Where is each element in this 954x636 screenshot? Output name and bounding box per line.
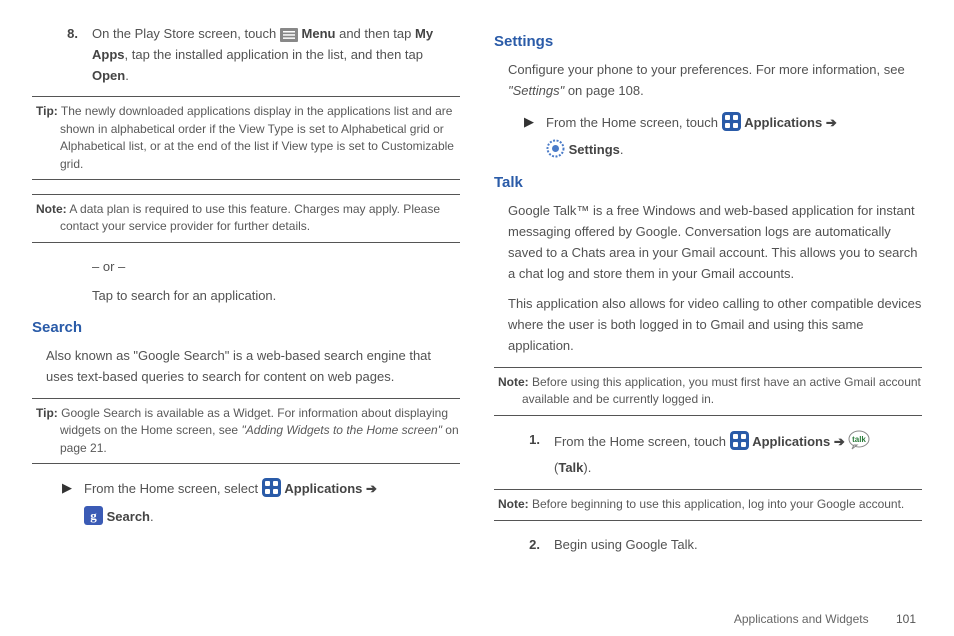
step-8-number: 8. <box>32 24 92 86</box>
text: On the Play Store screen, touch <box>92 26 280 41</box>
search-paragraph: Also known as "Google Search" is a web-b… <box>46 346 460 388</box>
footer-section-label: Applications and Widgets <box>734 612 869 626</box>
text: . <box>150 509 154 524</box>
text: . <box>620 142 624 157</box>
settings-heading: Settings <box>494 30 922 54</box>
tap-search-text: Tap to search for an application. <box>92 286 460 307</box>
text: ). <box>583 460 591 475</box>
applications-label: Applications ➔ <box>752 434 845 449</box>
text: From the Home screen, touch <box>546 115 722 130</box>
right-column: Settings Configure your phone to your pr… <box>494 24 922 628</box>
tip-box-1: Tip: The newly downloaded applications d… <box>32 96 460 180</box>
applications-icon <box>730 431 749 450</box>
text: on page 108. <box>564 83 644 98</box>
applications-label: Applications ➔ <box>284 481 377 496</box>
open-label: Open <box>92 68 125 83</box>
note-body: Before beginning to use this application… <box>529 497 905 511</box>
arrow-icon: ▶ <box>524 112 546 162</box>
step-2-body: Begin using Google Talk. <box>554 535 922 556</box>
settings-label: Settings <box>569 142 620 157</box>
text: , tap the installed application in the l… <box>125 47 423 62</box>
menu-icon <box>280 28 298 42</box>
settings-italic: "Settings" <box>508 83 564 98</box>
text: Configure your phone to your preferences… <box>508 62 905 77</box>
note-box-3: Note: Before beginning to use this appli… <box>494 489 922 520</box>
menu-label: Menu <box>302 26 336 41</box>
arrow-icon: ▶ <box>62 478 84 528</box>
page-number: 101 <box>896 612 916 626</box>
left-column: 8. On the Play Store screen, touch Menu … <box>32 24 460 628</box>
text: . <box>125 68 129 83</box>
svg-text:talk: talk <box>852 435 866 444</box>
settings-icon <box>546 139 565 158</box>
note-label: Note: <box>36 202 67 216</box>
note-body: A data plan is required to use this feat… <box>60 202 440 233</box>
arrow-body: From the Home screen, touch Applications… <box>546 112 922 162</box>
talk-paragraph-2: This application also allows for video c… <box>508 294 922 356</box>
settings-instruction: ▶ From the Home screen, touch Applicatio… <box>524 112 922 162</box>
applications-icon <box>262 478 281 497</box>
or-separator: – or – <box>92 257 460 278</box>
search-label: Search <box>107 509 150 524</box>
page-footer: Applications and Widgets 101 <box>734 612 916 626</box>
note-label: Note: <box>498 375 529 389</box>
tip-label: Tip: <box>36 406 58 420</box>
text: and then tap <box>339 26 415 41</box>
tip-italic: "Adding Widgets to the Home screen" <box>241 423 442 437</box>
tip-label: Tip: <box>36 104 58 118</box>
arrow-body: From the Home screen, select Application… <box>84 478 460 528</box>
step-2-number: 2. <box>494 535 554 556</box>
step-8: 8. On the Play Store screen, touch Menu … <box>32 24 460 86</box>
step-8-body: On the Play Store screen, touch Menu and… <box>92 24 460 86</box>
note-box-2: Note: Before using this application, you… <box>494 367 922 416</box>
search-heading: Search <box>32 316 460 340</box>
talk-icon: talk <box>848 430 870 450</box>
talk-step-1: 1. From the Home screen, touch Applicati… <box>494 430 922 480</box>
step-1-body: From the Home screen, touch Applications… <box>554 430 922 480</box>
svg-text:g: g <box>90 508 97 523</box>
search-instruction: ▶ From the Home screen, select Applicati… <box>62 478 460 528</box>
step-1-number: 1. <box>494 430 554 480</box>
tip-box-2: Tip: Google Search is available as a Wid… <box>32 398 460 464</box>
tip-body: The newly downloaded applications displa… <box>58 104 454 170</box>
applications-label: Applications ➔ <box>744 115 837 130</box>
text: From the Home screen, touch <box>554 434 730 449</box>
applications-icon <box>722 112 741 131</box>
talk-step-2: 2. Begin using Google Talk. <box>494 535 922 556</box>
google-search-icon: g <box>84 506 103 525</box>
talk-label: Talk <box>558 460 583 475</box>
page: 8. On the Play Store screen, touch Menu … <box>0 0 954 636</box>
talk-heading: Talk <box>494 171 922 195</box>
talk-paragraph-1: Google Talk™ is a free Windows and web-b… <box>508 201 922 284</box>
settings-paragraph: Configure your phone to your preferences… <box>508 60 922 102</box>
note-label: Note: <box>498 497 529 511</box>
note-box-1: Note: A data plan is required to use thi… <box>32 194 460 243</box>
note-body: Before using this application, you must … <box>522 375 921 406</box>
text: From the Home screen, select <box>84 481 262 496</box>
